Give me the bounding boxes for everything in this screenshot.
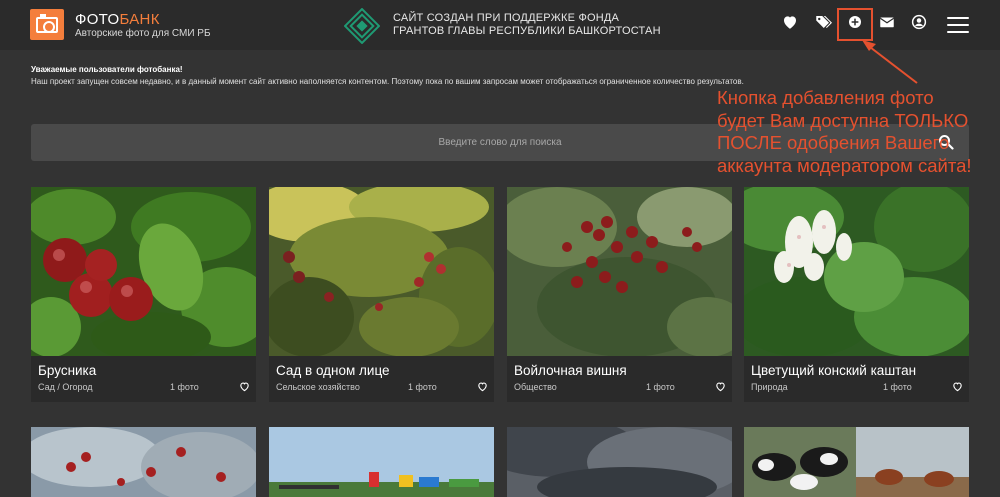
card-category[interactable]: Природа	[751, 382, 788, 392]
camera-logo-icon[interactable]	[30, 9, 64, 40]
photo-card-winter-berries[interactable]	[31, 427, 256, 497]
photo-card-festival[interactable]	[269, 427, 494, 497]
envelope-icon[interactable]	[878, 13, 898, 33]
favorite-heart-icon[interactable]	[715, 381, 726, 392]
card-title[interactable]: Цветущий конский каштан	[751, 363, 916, 378]
annotation-arrow-icon	[862, 40, 918, 84]
card-category[interactable]: Общество	[514, 382, 557, 392]
brand-subtitle: Авторские фото для СМИ РБ	[75, 28, 211, 39]
brand-name-part2: БАНК	[119, 11, 160, 28]
photo-lingonberry[interactable]	[31, 187, 256, 356]
card-photo-count: 1 фото	[170, 382, 199, 392]
card-title[interactable]: Войлочная вишня	[514, 363, 627, 378]
user-circle-icon[interactable]	[910, 13, 930, 33]
brand-name[interactable]: ФОТОБАНК	[75, 11, 160, 28]
card-category[interactable]: Сад / Огород	[38, 382, 93, 392]
heart-icon[interactable]	[781, 13, 801, 33]
card-photo-count: 1 фото	[883, 382, 912, 392]
card-title[interactable]: Сад в одном лице	[276, 363, 390, 378]
photo-card[interactable]: Цветущий конский каштан Природа 1 фото	[744, 187, 969, 402]
card-photo-count: 1 фото	[408, 382, 437, 392]
fund-logo-icon	[344, 8, 380, 44]
tags-icon[interactable]	[814, 13, 834, 33]
photo-horse-chestnut[interactable]	[744, 187, 969, 356]
header: ФОТОБАНК Авторские фото для СМИ РБ САЙТ …	[0, 0, 1000, 50]
fund-line-1: САЙТ СОЗДАН ПРИ ПОДДЕРЖКЕ ФОНДА	[393, 12, 620, 24]
hamburger-menu-icon[interactable]	[947, 17, 969, 33]
favorite-heart-icon[interactable]	[477, 381, 488, 392]
photo-card-cows-horses[interactable]	[744, 427, 969, 497]
photo-card[interactable]: Брусника Сад / Огород 1 фото	[31, 187, 256, 402]
annotation-line-2: будет Вам доступна ТОЛЬКО	[717, 109, 969, 131]
photo-felt-cherry[interactable]	[507, 187, 732, 356]
fund-support-text: САЙТ СОЗДАН ПРИ ПОДДЕРЖКЕ ФОНДА ГРАНТОВ …	[393, 12, 661, 38]
favorite-heart-icon[interactable]	[952, 381, 963, 392]
card-title[interactable]: Брусника	[38, 363, 96, 378]
card-photo-count: 1 фото	[646, 382, 675, 392]
plus-circle-icon[interactable]	[846, 13, 866, 33]
photo-garden[interactable]	[269, 187, 494, 356]
photo-card-storm-clouds[interactable]	[507, 427, 732, 497]
annotation-text: Кнопка добавления фото будет Вам доступн…	[717, 87, 972, 177]
brand-name-part1: ФОТО	[75, 11, 120, 28]
favorite-heart-icon[interactable]	[239, 381, 250, 392]
notice-text: Наш проект запущен совсем недавно, и в д…	[31, 77, 744, 86]
annotation-line-3: ПОСЛЕ одобрения Вашего	[717, 132, 950, 153]
notice-title: Уважаемые пользователи фотобанка!	[31, 65, 183, 74]
fund-line-2: ГРАНТОВ ГЛАВЫ РЕСПУБЛИКИ БАШКОРТОСТАН	[393, 25, 661, 37]
card-category[interactable]: Сельское хозяйство	[276, 382, 360, 392]
photo-card[interactable]: Сад в одном лице Сельское хозяйство 1 фо…	[269, 187, 494, 402]
annotation-line-4: аккаунта модератором сайта!	[717, 154, 972, 176]
annotation-line-1: Кнопка добавления фото	[717, 87, 934, 108]
photo-card[interactable]: Войлочная вишня Общество 1 фото	[507, 187, 732, 402]
